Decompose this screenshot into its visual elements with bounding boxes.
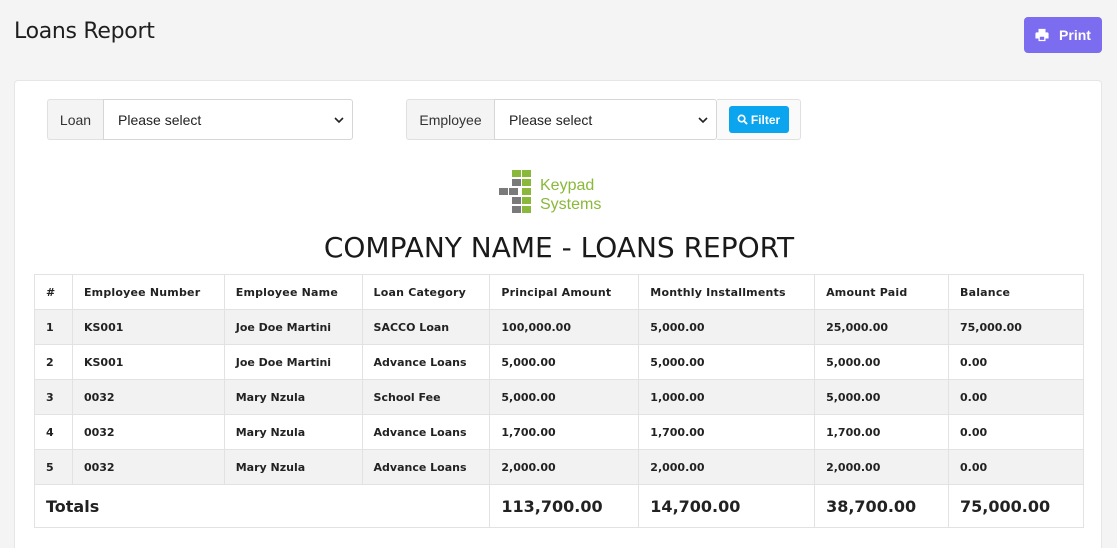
table-cell: 1,000.00 — [638, 379, 816, 415]
column-header: Loan Category — [361, 274, 491, 310]
loan-label: Loan — [47, 99, 103, 140]
logo-text: Keypad Systems — [540, 176, 601, 214]
loan-select-value: Please select — [118, 111, 202, 128]
loan-select[interactable]: Please select — [103, 99, 353, 140]
column-header: # — [34, 274, 73, 310]
column-header: Amount Paid — [814, 274, 949, 310]
table-cell: 2,000.00 — [638, 449, 816, 485]
search-icon — [737, 114, 748, 125]
table-cell: 5,000.00 — [814, 344, 949, 380]
chevron-down-icon — [334, 116, 344, 123]
column-header: Principal Amount — [489, 274, 640, 310]
column-header: Employee Name — [223, 274, 363, 310]
table-row: 1 KS001 Joe Doe Martini SACCO Loan 100,000.0… — [34, 309, 1084, 345]
table-cell: 100,000.00 — [489, 309, 640, 345]
table-row: 4 0032 Mary Nzula Advance Loans 1,700.00 1,70… — [34, 414, 1084, 450]
total-paid: 38,700.00 — [814, 484, 949, 528]
table-cell: 0.00 — [948, 449, 1084, 485]
table-cell: Advance Loans — [361, 449, 491, 485]
filter-button[interactable]: Filter — [728, 106, 789, 133]
total-balance: 75,000.00 — [948, 484, 1084, 528]
employee-select-value: Please select — [509, 111, 593, 128]
column-header: Employee Number — [71, 274, 225, 310]
table-header-row: # Employee Number Employee Name Loan Catego… — [34, 274, 1084, 310]
table-cell: School Fee — [361, 379, 491, 415]
table-cell: 3 — [34, 379, 73, 415]
column-header: Monthly Installments — [638, 274, 816, 310]
table-cell: 25,000.00 — [814, 309, 949, 345]
table-row: 5 0032 Mary Nzula Advance Loans 2,000.00 2,00… — [34, 449, 1084, 485]
column-header: Balance — [948, 274, 1084, 310]
filter-button-wrap: Filter — [717, 99, 801, 140]
table-cell: 75,000.00 — [948, 309, 1084, 345]
table-cell: 0032 — [71, 449, 225, 485]
report-title: COMPANY NAME - LOANS REPORT — [323, 231, 795, 264]
total-monthly: 14,700.00 — [638, 484, 816, 528]
table-cell: 1,700.00 — [814, 414, 949, 450]
table-cell: 4 — [34, 414, 73, 450]
page-title: Loans Report — [14, 19, 155, 44]
totals-label: Totals — [33, 484, 491, 528]
table-cell: KS001 — [71, 309, 225, 345]
table-cell: Mary Nzula — [223, 414, 363, 450]
table-cell: 1,700.00 — [489, 414, 640, 450]
loans-table: # Employee Number Employee Name Loan Catego… — [33, 274, 1084, 528]
table-cell: 0032 — [71, 379, 225, 415]
table-cell: 2,000.00 — [814, 449, 949, 485]
company-logo: Keypad Systems — [498, 168, 618, 216]
table-row: 3 0032 Mary Nzula School Fee 5,000.00 1,000.0… — [34, 379, 1084, 415]
table-cell: Mary Nzula — [223, 449, 363, 485]
report-card: Loan Please select Employee Please selec… — [14, 80, 1102, 548]
table-cell: 0.00 — [948, 379, 1084, 415]
table-cell: 5,000.00 — [489, 379, 640, 415]
table-cell: KS001 — [71, 344, 225, 380]
table-cell: Advance Loans — [361, 344, 491, 380]
table-cell: 0032 — [71, 414, 225, 450]
total-principal: 113,700.00 — [489, 484, 640, 528]
logo-line-1: Keypad — [540, 177, 595, 194]
table-cell: 0.00 — [948, 344, 1084, 380]
totals-row: Totals 113,700.00 14,700.00 38,700.00 75… — [33, 484, 1084, 528]
table-cell: Joe Doe Martini — [223, 344, 363, 380]
employee-select[interactable]: Please select — [494, 99, 717, 140]
table-cell: 5,000.00 — [638, 309, 816, 345]
table-cell: 5,000.00 — [814, 379, 949, 415]
logo-line-2: Systems — [540, 196, 602, 213]
loan-filter: Loan Please select — [47, 99, 353, 140]
table-cell: 0.00 — [948, 414, 1084, 450]
print-button[interactable]: Print — [1024, 17, 1102, 53]
print-label: Print — [1059, 27, 1091, 43]
table-cell: 1,700.00 — [638, 414, 816, 450]
chevron-down-icon — [698, 116, 708, 123]
table-cell: 5,000.00 — [638, 344, 816, 380]
table-cell: Advance Loans — [361, 414, 491, 450]
table-cell: 5,000.00 — [489, 344, 640, 380]
employee-filter: Employee Please select Filter — [406, 99, 801, 140]
filter-label: Filter — [750, 112, 781, 127]
table-cell: 2 — [34, 344, 73, 380]
table-cell: Joe Doe Martini — [223, 309, 363, 345]
table-cell: 5 — [34, 449, 73, 485]
employee-label: Employee — [406, 99, 494, 140]
logo-mark-icon — [499, 170, 531, 213]
table-cell: 2,000.00 — [489, 449, 640, 485]
table-cell: 1 — [34, 309, 73, 345]
table-cell: Mary Nzula — [223, 379, 363, 415]
table-cell: SACCO Loan — [361, 309, 491, 345]
table-row: 2 KS001 Joe Doe Martini Advance Loans 5,000.… — [34, 344, 1084, 380]
printer-icon — [1035, 28, 1049, 42]
